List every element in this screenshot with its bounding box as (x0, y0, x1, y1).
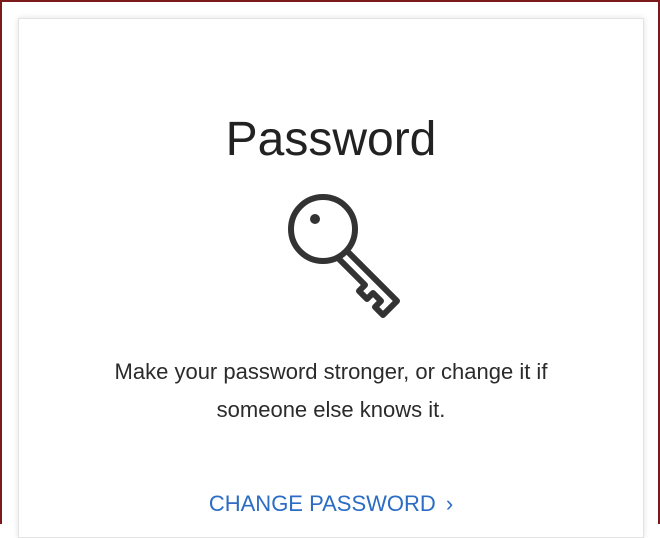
password-card: Password Make your password stronger, or… (18, 18, 644, 538)
change-password-label: CHANGE PASSWORD (208, 491, 436, 516)
card-description: Make your password stronger, or change i… (49, 353, 613, 429)
key-icon (288, 194, 400, 318)
window-frame: Password Make your password stronger, or… (0, 0, 660, 538)
card-title: Password (225, 113, 437, 166)
description-line-2: someone else knows it. (216, 397, 446, 422)
change-password-link[interactable]: CHANGE PASSWORD › (19, 489, 643, 519)
description-line-1: Make your password stronger, or change i… (114, 359, 548, 384)
chevron-right-icon: › (445, 491, 454, 516)
